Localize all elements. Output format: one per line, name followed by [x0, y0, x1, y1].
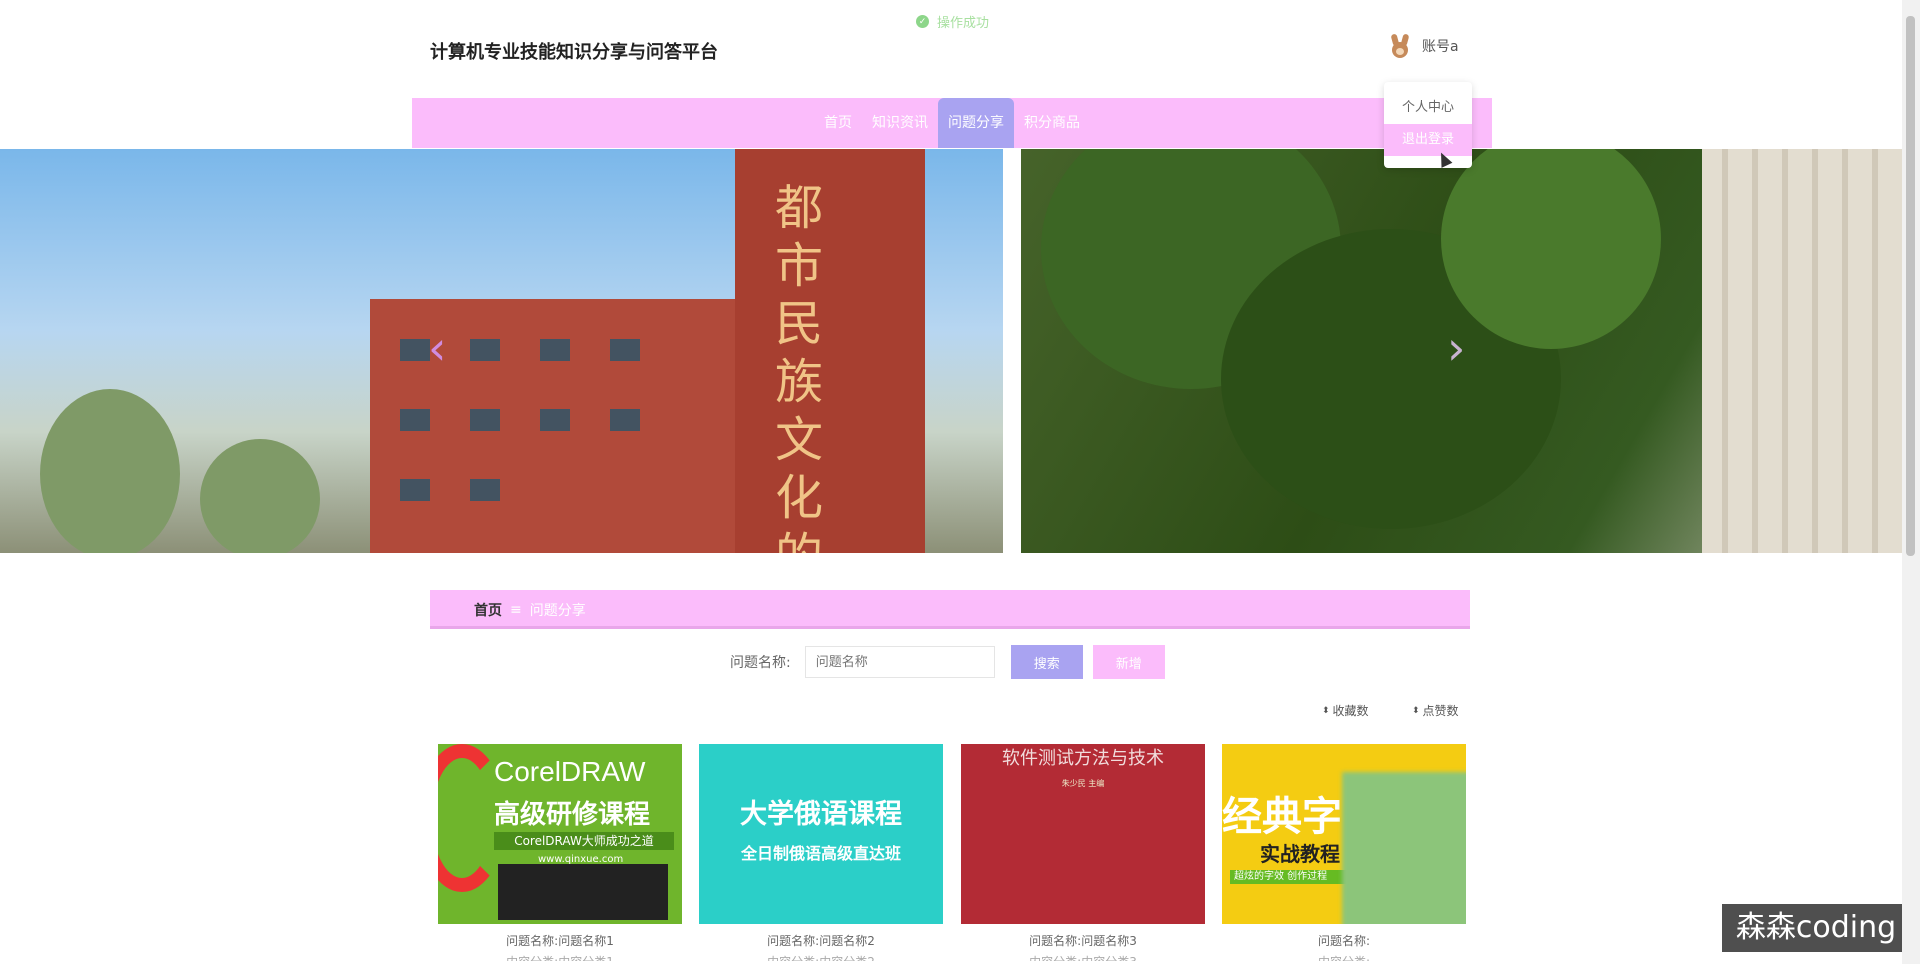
menu-item-profile[interactable]: 个人中心 [1384, 92, 1472, 124]
nav-item-home[interactable]: 首页 [814, 98, 862, 148]
sort-icon: ⬍ [1322, 705, 1330, 716]
breadcrumb: 首页 ≡ 问题分享 [474, 600, 586, 620]
account-button[interactable]: 账号a [1386, 32, 1459, 60]
question-card[interactable]: 经典字 实战教程 超炫的字效 创作过程 问题名称: 内容分类: [1222, 744, 1466, 961]
card-category: 内容分类:内容分类3 [961, 953, 1205, 961]
scrollbar-thumb[interactable] [1906, 16, 1915, 556]
toast-text: 操作成功 [937, 16, 990, 31]
sort-by-likes[interactable]: ⬍ 点赞数 [1412, 702, 1459, 719]
nav-item-points-shop[interactable]: 积分商品 [1014, 98, 1090, 148]
sort-likes-label: 点赞数 [1422, 704, 1459, 718]
tower-lettering: 都市民族文化的中国视野 [775, 180, 824, 553]
card-category: 内容分类:内容分类1 [438, 953, 682, 961]
nav-item-news[interactable]: 知识资讯 [862, 98, 938, 148]
question-name-input[interactable] [804, 646, 995, 678]
sort-icon: ⬍ [1412, 705, 1420, 716]
search-button[interactable]: 搜索 [1010, 645, 1083, 679]
card-category: 内容分类: [1222, 953, 1466, 961]
breadcrumb-home[interactable]: 首页 [474, 600, 502, 620]
account-dropdown: 个人中心 退出登录 [1384, 82, 1472, 168]
card-cover-image: CorelDRAW 高级研修课程 CorelDRAW大师成功之道 www.qin… [438, 744, 682, 924]
carousel-prev-icon[interactable]: ‹ [428, 323, 458, 373]
sort-favorites-label: 收藏数 [1332, 704, 1369, 718]
card-cover-image: 经典字 实战教程 超炫的字效 创作过程 [1222, 744, 1466, 924]
card-cover-image: 软件测试方法与技术 朱少民 主编 [961, 744, 1205, 924]
menu-item-logout[interactable]: 退出登录 [1384, 124, 1472, 156]
search-form: 问题名称: 搜索 新增 [730, 645, 1165, 679]
card-title: 问题名称:问题名称1 [506, 934, 614, 948]
question-card[interactable]: 大学俄语课程 全日制俄语高级直达班 问题名称:问题名称2 内容分类:内容分类2 [699, 744, 943, 961]
card-cover-image: 大学俄语课程 全日制俄语高级直达班 [699, 744, 943, 924]
main-nav: 首页 知识资讯 问题分享 积分商品 [412, 98, 1492, 148]
tower-image: 都市民族文化的中国视野 [735, 149, 925, 553]
breadcrumb-current: 问题分享 [529, 603, 586, 619]
account-name: 账号a [1422, 39, 1459, 55]
question-card[interactable]: 软件测试方法与技术 朱少民 主编 问题名称:问题名称3 内容分类:内容分类3 [961, 744, 1205, 961]
office-building-image [1702, 149, 1902, 553]
breadcrumb-bar [430, 590, 1470, 629]
search-label: 问题名称: [730, 655, 791, 671]
card-title: 问题名称: [1317, 934, 1371, 948]
card-category: 内容分类:内容分类2 [699, 953, 943, 961]
banner-slide-campus: 都市民族文化的中国视野 ‹ [0, 149, 1003, 553]
avatar-icon [1386, 32, 1414, 60]
card-title: 问题名称:问题名称3 [1029, 934, 1137, 948]
banner-carousel[interactable]: 都市民族文化的中国视野 ‹ › [0, 149, 1902, 553]
card-title: 问题名称:问题名称2 [767, 934, 875, 948]
carousel-next-icon[interactable]: › [1447, 323, 1477, 373]
add-button[interactable]: 新增 [1092, 645, 1165, 679]
breadcrumb-separator-icon: ≡ [510, 602, 522, 618]
check-circle-icon: ✓ [916, 15, 929, 28]
question-card[interactable]: CorelDRAW 高级研修课程 CorelDRAW大师成功之道 www.qin… [438, 744, 682, 961]
success-toast: ✓ 操作成功 [916, 12, 989, 31]
sort-by-favorites[interactable]: ⬍ 收藏数 [1322, 702, 1369, 719]
site-title: 计算机专业技能知识分享与问答平台 [430, 42, 718, 63]
nav-item-question-share[interactable]: 问题分享 [938, 98, 1014, 148]
banner-slide-trees: › [1021, 149, 1902, 553]
watermark: 森森coding [1722, 904, 1910, 952]
